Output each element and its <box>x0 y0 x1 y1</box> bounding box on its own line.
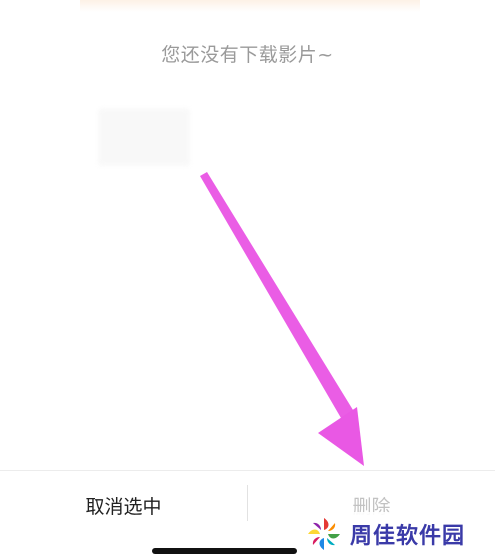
site-watermark: 周佳软件园 <box>302 512 492 556</box>
empty-state-illustration <box>98 108 190 166</box>
cancel-selection-button[interactable]: 取消选中 <box>0 487 247 527</box>
watermark-text: 周佳软件园 <box>350 524 466 549</box>
pinwheel-logo-icon <box>308 518 340 550</box>
arrow-head <box>318 407 364 466</box>
download-manager-screen: 您还没有下载影片~ 取消选中 删除 周佳软件园 <box>0 0 495 559</box>
top-banner-edge <box>80 0 420 12</box>
empty-state-message: 您还没有下载影片~ <box>161 44 334 66</box>
home-indicator[interactable] <box>152 548 297 554</box>
arrow-shaft <box>200 172 353 418</box>
